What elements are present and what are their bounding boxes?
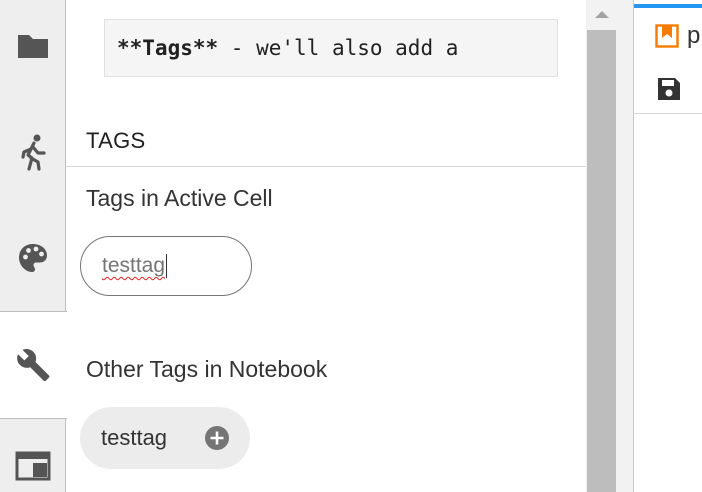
activity-bar (0, 0, 67, 492)
tags-section-title: TAGS (86, 128, 146, 153)
active-cell-tags-label: Tags in Active Cell (86, 185, 273, 211)
tab-tabs[interactable] (0, 440, 66, 492)
scroll-thumb[interactable] (587, 30, 616, 492)
panel-separator (617, 0, 633, 492)
panel-scrollbar[interactable] (586, 0, 617, 492)
add-circle-icon[interactable] (204, 425, 230, 451)
wrench-icon (16, 349, 49, 382)
tab-file-browser[interactable] (0, 14, 66, 78)
tag-chip[interactable]: testtag (80, 407, 250, 469)
cell-preview-bold: **Tags** (117, 36, 219, 60)
notebook-icon (655, 24, 679, 48)
tag-input-value: testtag (102, 254, 166, 277)
palette-icon (19, 244, 47, 272)
notebook-tab[interactable]: p (634, 4, 702, 114)
tag-chip-label: testtag (101, 425, 168, 450)
save-icon[interactable] (657, 76, 681, 102)
cell-source-preview: **Tags** - we'll also add a (104, 19, 558, 77)
divider (66, 166, 586, 167)
tab-tools[interactable] (0, 311, 67, 419)
text-caret (166, 254, 168, 278)
window-icon (15, 451, 51, 481)
tab-commands[interactable] (0, 226, 66, 290)
notebook-area: p (633, 0, 702, 492)
tab-running[interactable] (0, 120, 66, 184)
folder-icon (18, 35, 48, 58)
scroll-up-arrow-icon[interactable] (586, 0, 617, 28)
running-icon (21, 134, 46, 171)
notebook-tab-title: p (687, 22, 701, 49)
tag-input[interactable]: testtag (80, 236, 252, 296)
other-tags-label: Other Tags in Notebook (86, 356, 328, 382)
property-inspector-panel: **Tags** - we'll also add a TAGS Tags in… (66, 0, 586, 492)
cell-preview-text: - we'll also add a (218, 36, 459, 60)
